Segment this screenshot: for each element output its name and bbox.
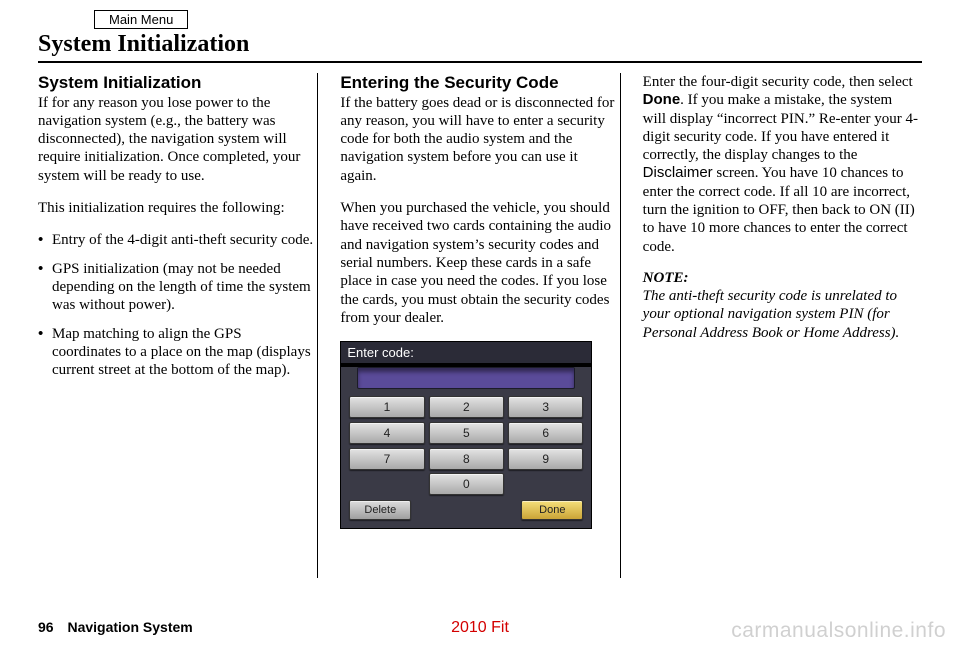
key-6[interactable]: 6 — [508, 422, 583, 444]
key-8[interactable]: 8 — [429, 448, 504, 470]
keypad-delete-button[interactable]: Delete — [349, 500, 411, 520]
column-1: System Initialization If for any reason … — [38, 73, 318, 578]
column-2: Entering the Security Code If the batter… — [340, 73, 620, 578]
keypad-prompt: Enter code: — [341, 342, 591, 364]
note-text: The anti-theft security code is unrelate… — [643, 288, 900, 341]
main-menu-button[interactable]: Main Menu — [94, 10, 188, 29]
done-word: Done — [643, 91, 681, 108]
key-3[interactable]: 3 — [508, 396, 583, 418]
col3-p1a: Enter the four-digit security code, then… — [643, 74, 913, 90]
col2-heading: Entering the Security Code — [340, 73, 615, 93]
bullet-text: GPS initialization (may not be needed de… — [52, 260, 313, 315]
bullet-icon: • — [38, 325, 52, 380]
bullet-icon: • — [38, 231, 52, 249]
disclaimer-word: Disclaimer — [643, 164, 713, 181]
list-item: •GPS initialization (may not be needed d… — [38, 260, 313, 315]
col1-p1: If for any reason you lose power to the … — [38, 94, 313, 185]
keypad-zero-row: 0 — [349, 473, 583, 498]
key-2[interactable]: 2 — [429, 396, 504, 418]
note-block: NOTE: The anti-theft security code is un… — [643, 270, 918, 342]
col3-p1b: . If you make a mistake, the system will… — [643, 92, 918, 163]
col1-heading: System Initialization — [38, 73, 313, 93]
col1-p2: This initialization requires the followi… — [38, 199, 313, 217]
list-item: •Map matching to align the GPS coordinat… — [38, 325, 313, 380]
keypad-digit-grid: 1 2 3 4 5 6 7 8 9 — [349, 394, 583, 473]
key-1[interactable]: 1 — [349, 396, 424, 418]
key-5[interactable]: 5 — [429, 422, 504, 444]
bullet-icon: • — [38, 260, 52, 315]
col3-p1: Enter the four-digit security code, then… — [643, 73, 918, 256]
list-item: •Entry of the 4-digit anti-theft securit… — [38, 231, 313, 249]
key-0[interactable]: 0 — [429, 473, 504, 495]
footer: 96 Navigation System — [38, 619, 193, 635]
key-9[interactable]: 9 — [508, 448, 583, 470]
security-code-keypad: Enter code: 1 2 3 4 5 6 7 8 9 0 — [340, 341, 592, 529]
content-columns: System Initialization If for any reason … — [38, 73, 922, 578]
model-year: 2010 Fit — [451, 619, 509, 637]
key-4[interactable]: 4 — [349, 422, 424, 444]
column-3: Enter the four-digit security code, then… — [643, 73, 922, 578]
keypad-input-field[interactable] — [357, 367, 575, 389]
keypad-done-button[interactable]: Done — [521, 500, 583, 520]
keypad-body: 1 2 3 4 5 6 7 8 9 0 Delete Done — [341, 367, 591, 528]
col2-p1: If the battery goes dead or is disconnec… — [340, 94, 615, 185]
page-title: System Initialization — [38, 31, 922, 63]
note-label: NOTE: — [643, 270, 689, 286]
bullet-text: Entry of the 4-digit anti-theft security… — [52, 231, 313, 249]
bullet-text: Map matching to align the GPS coordinate… — [52, 325, 313, 380]
key-7[interactable]: 7 — [349, 448, 424, 470]
watermark: carmanualsonline.info — [731, 619, 946, 643]
col2-p2: When you purchased the vehicle, you shou… — [340, 199, 615, 327]
keypad-action-row: Delete Done — [349, 498, 583, 524]
page-number: 96 — [38, 619, 54, 635]
footer-section: Navigation System — [67, 619, 192, 635]
col1-bullet-list: •Entry of the 4-digit anti-theft securit… — [38, 231, 313, 379]
